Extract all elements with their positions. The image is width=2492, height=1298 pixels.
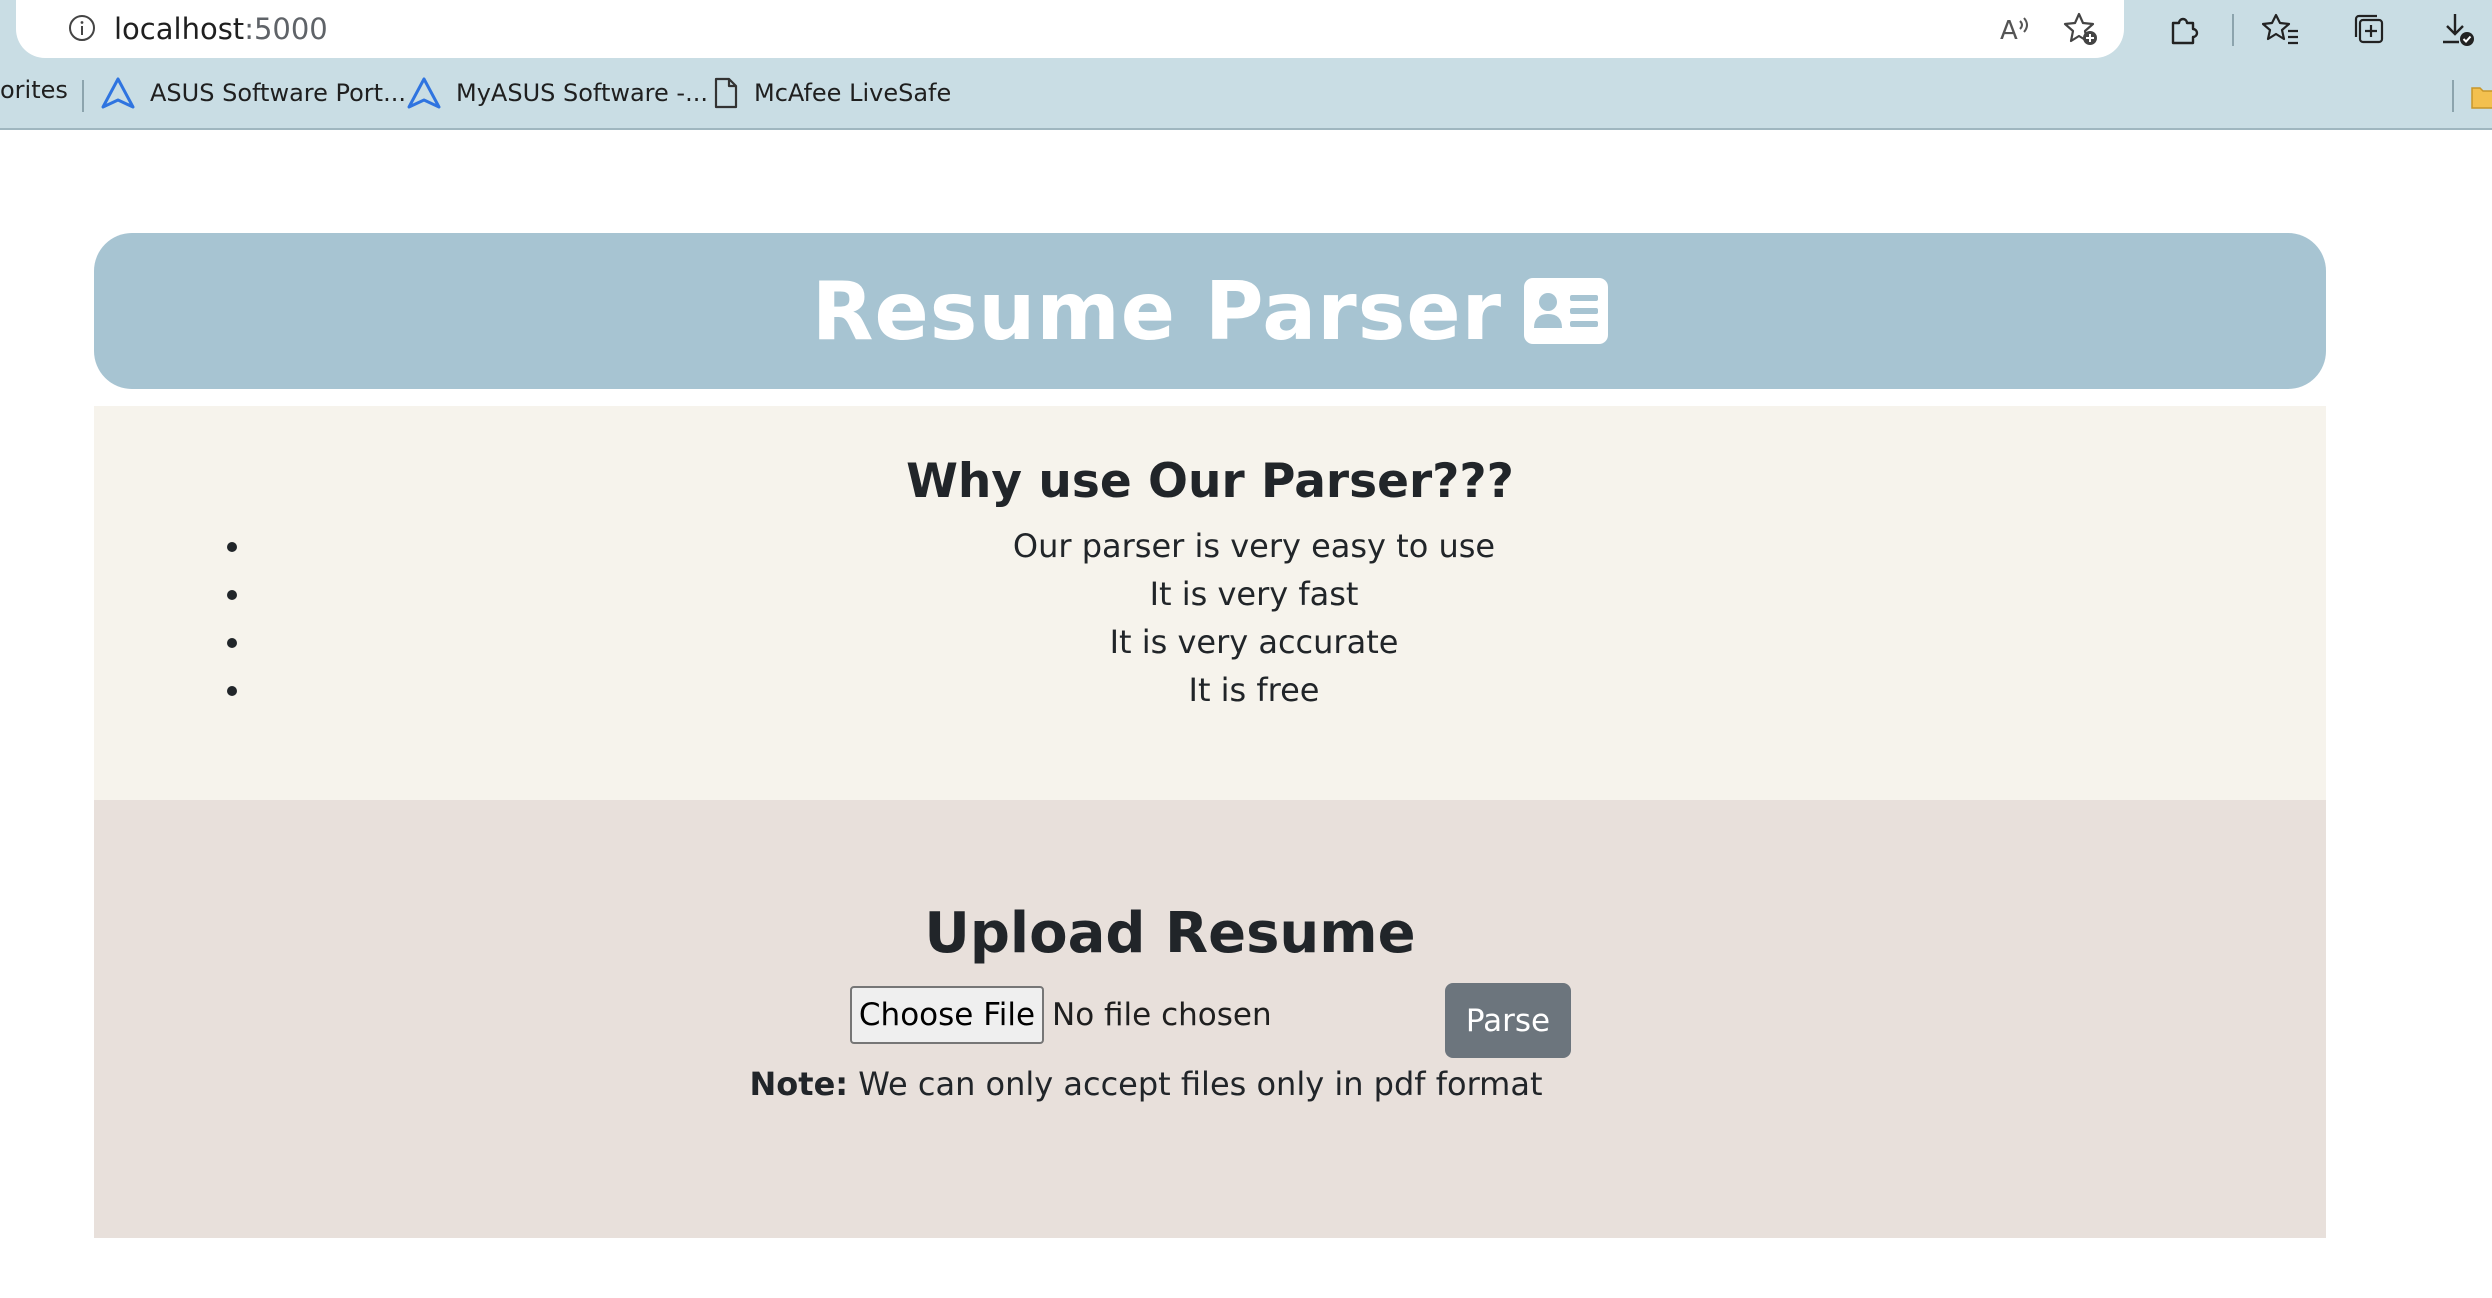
bookmark-label: orites [0,76,68,104]
parse-button[interactable]: Parse [1445,983,1571,1058]
downloads-icon[interactable] [2438,10,2476,48]
asus-logo-icon [101,77,135,109]
why-heading: Why use Our Parser??? [906,454,1514,509]
bookmark-asus-software-portal[interactable]: ASUS Software Port... [100,76,406,110]
list-item: Our parser is very easy to use [254,522,2254,570]
bookmarks-bar: orites ASUS Software Port... MyASUS Soft… [0,60,2492,130]
id-card-icon [1524,278,1609,344]
list-item: It is very fast [254,570,2254,618]
note-text: We can only accept files only in pdf for… [848,1065,1543,1103]
browser-toolbar: localhost:5000 A [0,0,2492,60]
url-text[interactable]: localhost:5000 [114,10,328,48]
favorites-icon[interactable] [2262,10,2300,48]
header-banner: Resume Parser [94,233,2326,389]
bookmark-divider [2452,80,2454,112]
bookmark-label: MyASUS Software -... [456,79,708,107]
upload-section: Upload Resume Choose File No file chosen… [94,800,2326,1238]
note-label: Note: [749,1065,849,1103]
toolbar-divider [2232,14,2234,46]
svg-text:A: A [2000,16,2018,46]
url-host: localhost [114,12,245,46]
page-title: Resume Parser [811,264,1503,358]
list-item: It is very accurate [254,618,2254,666]
bookmark-favorites[interactable]: orites [0,76,68,104]
why-section: Why use Our Parser??? Our parser is very… [94,406,2326,800]
list-item: It is free [254,666,2254,714]
url-port: :5000 [244,12,328,46]
bookmark-myasus-software[interactable]: MyASUS Software -... [406,76,708,110]
asus-logo-icon [407,77,441,109]
other-favorites-folder-icon[interactable] [2470,80,2492,116]
upload-heading: Upload Resume [924,901,1416,966]
read-aloud-icon[interactable]: A [1996,10,2034,48]
address-bar[interactable]: localhost:5000 A [16,0,2124,58]
choose-file-button[interactable]: Choose File [850,986,1044,1044]
document-icon [714,77,738,109]
bookmark-label: ASUS Software Port... [150,79,406,107]
add-favorite-icon[interactable] [2062,10,2100,48]
info-icon[interactable] [68,14,96,42]
upload-note: Note: We can only accept files only in p… [30,1060,2262,1108]
extensions-icon[interactable] [2164,10,2202,48]
bookmark-mcafee-livesafe[interactable]: McAfee LiveSafe [712,76,951,110]
file-status-text: No file chosen [1052,997,1272,1033]
collections-icon[interactable] [2350,10,2388,48]
bookmark-divider [82,80,84,112]
features-list: Our parser is very easy to use It is ver… [214,522,2254,714]
bookmark-label: McAfee LiveSafe [754,79,952,107]
